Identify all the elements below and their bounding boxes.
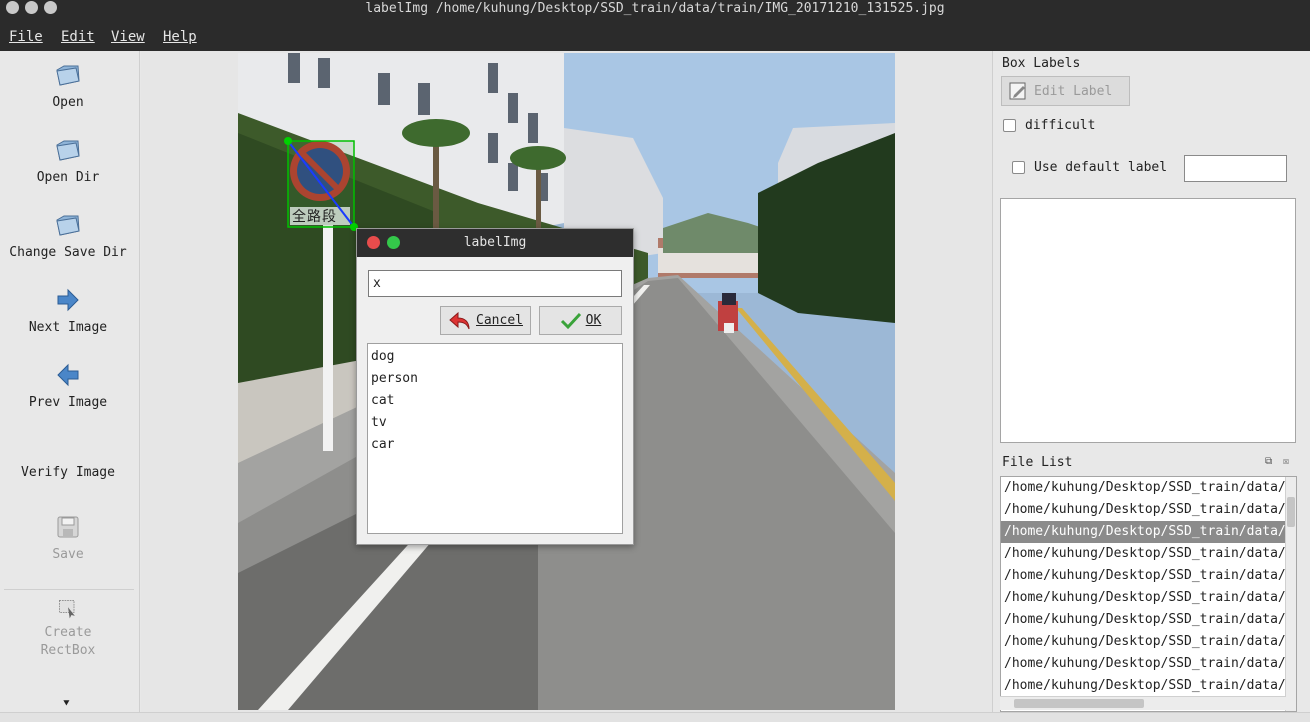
box-labels-list[interactable] bbox=[1000, 198, 1296, 443]
file-list-item[interactable]: /home/kuhung/Desktop/SSD_train/data/trai… bbox=[1001, 565, 1286, 587]
file-list-title: File List bbox=[1002, 455, 1073, 470]
next-image-label: Next Image bbox=[28, 320, 108, 335]
toolbar-overflow-chevron-icon[interactable]: ⯆ bbox=[62, 697, 71, 711]
list-item[interactable]: person bbox=[371, 368, 619, 390]
file-list-item-selected[interactable]: /home/kuhung/Desktop/SSD_train/data/trai… bbox=[1001, 521, 1286, 543]
open-button[interactable]: Open bbox=[0, 61, 136, 110]
box-labels-title: Box Labels bbox=[1002, 56, 1081, 71]
rectbox-icon bbox=[58, 600, 75, 619]
file-list-horizontal-scrollbar[interactable] bbox=[1000, 696, 1286, 710]
change-save-dir-label: Change Save Dir bbox=[9, 245, 127, 260]
checkmark-icon bbox=[560, 312, 581, 329]
ok-label: OK bbox=[585, 313, 602, 328]
scroll-thumb[interactable] bbox=[1014, 699, 1144, 708]
open-dir-button[interactable]: Open Dir bbox=[0, 136, 136, 185]
left-toolbar: Open Open Dir Change Save Dir Next Image… bbox=[0, 51, 140, 712]
file-list-item[interactable]: /home/kuhung/Desktop/SSD_train/data/trai… bbox=[1001, 631, 1286, 653]
use-default-label-text: Use default label bbox=[1034, 160, 1168, 175]
use-default-label-checkbox[interactable] bbox=[1012, 161, 1025, 174]
verify-image-button[interactable]: Verify Image bbox=[0, 465, 136, 480]
verify-image-label: Verify Image bbox=[21, 465, 115, 480]
list-item[interactable]: car bbox=[371, 434, 619, 456]
list-item[interactable]: cat bbox=[371, 390, 619, 412]
label-history-list[interactable]: dog person cat tv car bbox=[367, 343, 623, 534]
right-panel: Box Labels Edit Label difficult Use defa… bbox=[994, 51, 1310, 712]
create-rectbox-button[interactable]: Create RectBox bbox=[0, 597, 136, 658]
arrow-left-icon bbox=[57, 363, 79, 387]
create-rectbox-label-line1: Create bbox=[44, 625, 92, 640]
list-item[interactable]: tv bbox=[371, 412, 619, 434]
sign-text: 全路段 bbox=[292, 209, 337, 225]
scroll-thumb[interactable] bbox=[1287, 497, 1295, 527]
save-button[interactable]: Save bbox=[0, 513, 136, 562]
folder-icon bbox=[56, 215, 80, 236]
file-list-item[interactable]: /home/kuhung/Desktop/SSD_train/data/trai… bbox=[1001, 499, 1286, 521]
file-list-vertical-scrollbar[interactable] bbox=[1285, 477, 1296, 711]
change-save-dir-button[interactable]: Change Save Dir bbox=[0, 211, 136, 260]
cancel-label: Cancel bbox=[476, 313, 523, 328]
dialog-close-button[interactable] bbox=[367, 236, 380, 249]
arrow-right-icon bbox=[57, 288, 79, 312]
file-list-item[interactable]: /home/kuhung/Desktop/SSD_train/data/trai… bbox=[1001, 543, 1286, 565]
open-label: Open bbox=[52, 95, 84, 110]
file-list-item[interactable]: /home/kuhung/Desktop/SSD_train/data/trai… bbox=[1001, 477, 1286, 499]
save-disk-icon bbox=[57, 516, 79, 538]
folder-icon bbox=[56, 65, 80, 86]
file-list-item[interactable]: /home/kuhung/Desktop/SSD_train/data/trai… bbox=[1001, 675, 1286, 697]
label-dialog: labelImg x Cancel OK dog person cat tv c… bbox=[356, 228, 634, 545]
menu-file[interactable]: File bbox=[9, 29, 43, 45]
difficult-checkbox[interactable] bbox=[1003, 119, 1016, 132]
edit-label-text: Edit Label bbox=[1034, 83, 1113, 99]
save-label: Save bbox=[52, 547, 84, 562]
default-label-input[interactable] bbox=[1184, 155, 1287, 182]
window-title: labelImg /home/kuhung/Desktop/SSD_train/… bbox=[365, 1, 945, 16]
undock-icon[interactable]: ⧉ bbox=[1265, 456, 1272, 467]
prev-image-label: Prev Image bbox=[28, 395, 108, 410]
menu-view[interactable]: View bbox=[111, 29, 145, 45]
menu-help[interactable]: Help bbox=[163, 29, 197, 45]
menu-edit[interactable]: Edit bbox=[61, 29, 95, 45]
open-dir-label: Open Dir bbox=[36, 170, 100, 185]
file-list-item[interactable]: /home/kuhung/Desktop/SSD_train/data/trai… bbox=[1001, 653, 1286, 675]
folder-icon bbox=[56, 140, 80, 161]
close-panel-icon[interactable]: ☒ bbox=[1283, 456, 1289, 467]
menu-bar: File Edit View Help bbox=[0, 24, 1310, 51]
dialog-maximize-button[interactable] bbox=[387, 236, 400, 249]
undo-arrow-icon bbox=[449, 311, 470, 329]
ok-button[interactable]: OK bbox=[539, 306, 622, 335]
status-bar bbox=[0, 712, 1310, 722]
toolbar-divider bbox=[4, 589, 134, 590]
file-list-item[interactable]: /home/kuhung/Desktop/SSD_train/data/trai… bbox=[1001, 587, 1286, 609]
prev-image-button[interactable]: Prev Image bbox=[0, 361, 136, 410]
file-list[interactable]: /home/kuhung/Desktop/SSD_train/data/trai… bbox=[1000, 476, 1297, 712]
dialog-titlebar: labelImg bbox=[357, 229, 633, 257]
window-titlebar: labelImg /home/kuhung/Desktop/SSD_train/… bbox=[0, 0, 1310, 24]
label-input[interactable]: x bbox=[368, 270, 622, 297]
file-list-item[interactable]: /home/kuhung/Desktop/SSD_train/data/trai… bbox=[1001, 609, 1286, 631]
next-image-button[interactable]: Next Image bbox=[0, 286, 136, 335]
create-rectbox-label-line2: RectBox bbox=[40, 643, 96, 658]
edit-label-button[interactable]: Edit Label bbox=[1001, 76, 1130, 106]
list-item[interactable]: dog bbox=[371, 346, 619, 368]
dialog-title: labelImg bbox=[463, 235, 527, 250]
cancel-button[interactable]: Cancel bbox=[440, 306, 531, 335]
edit-note-icon bbox=[1009, 82, 1026, 100]
difficult-label: difficult bbox=[1025, 118, 1096, 133]
